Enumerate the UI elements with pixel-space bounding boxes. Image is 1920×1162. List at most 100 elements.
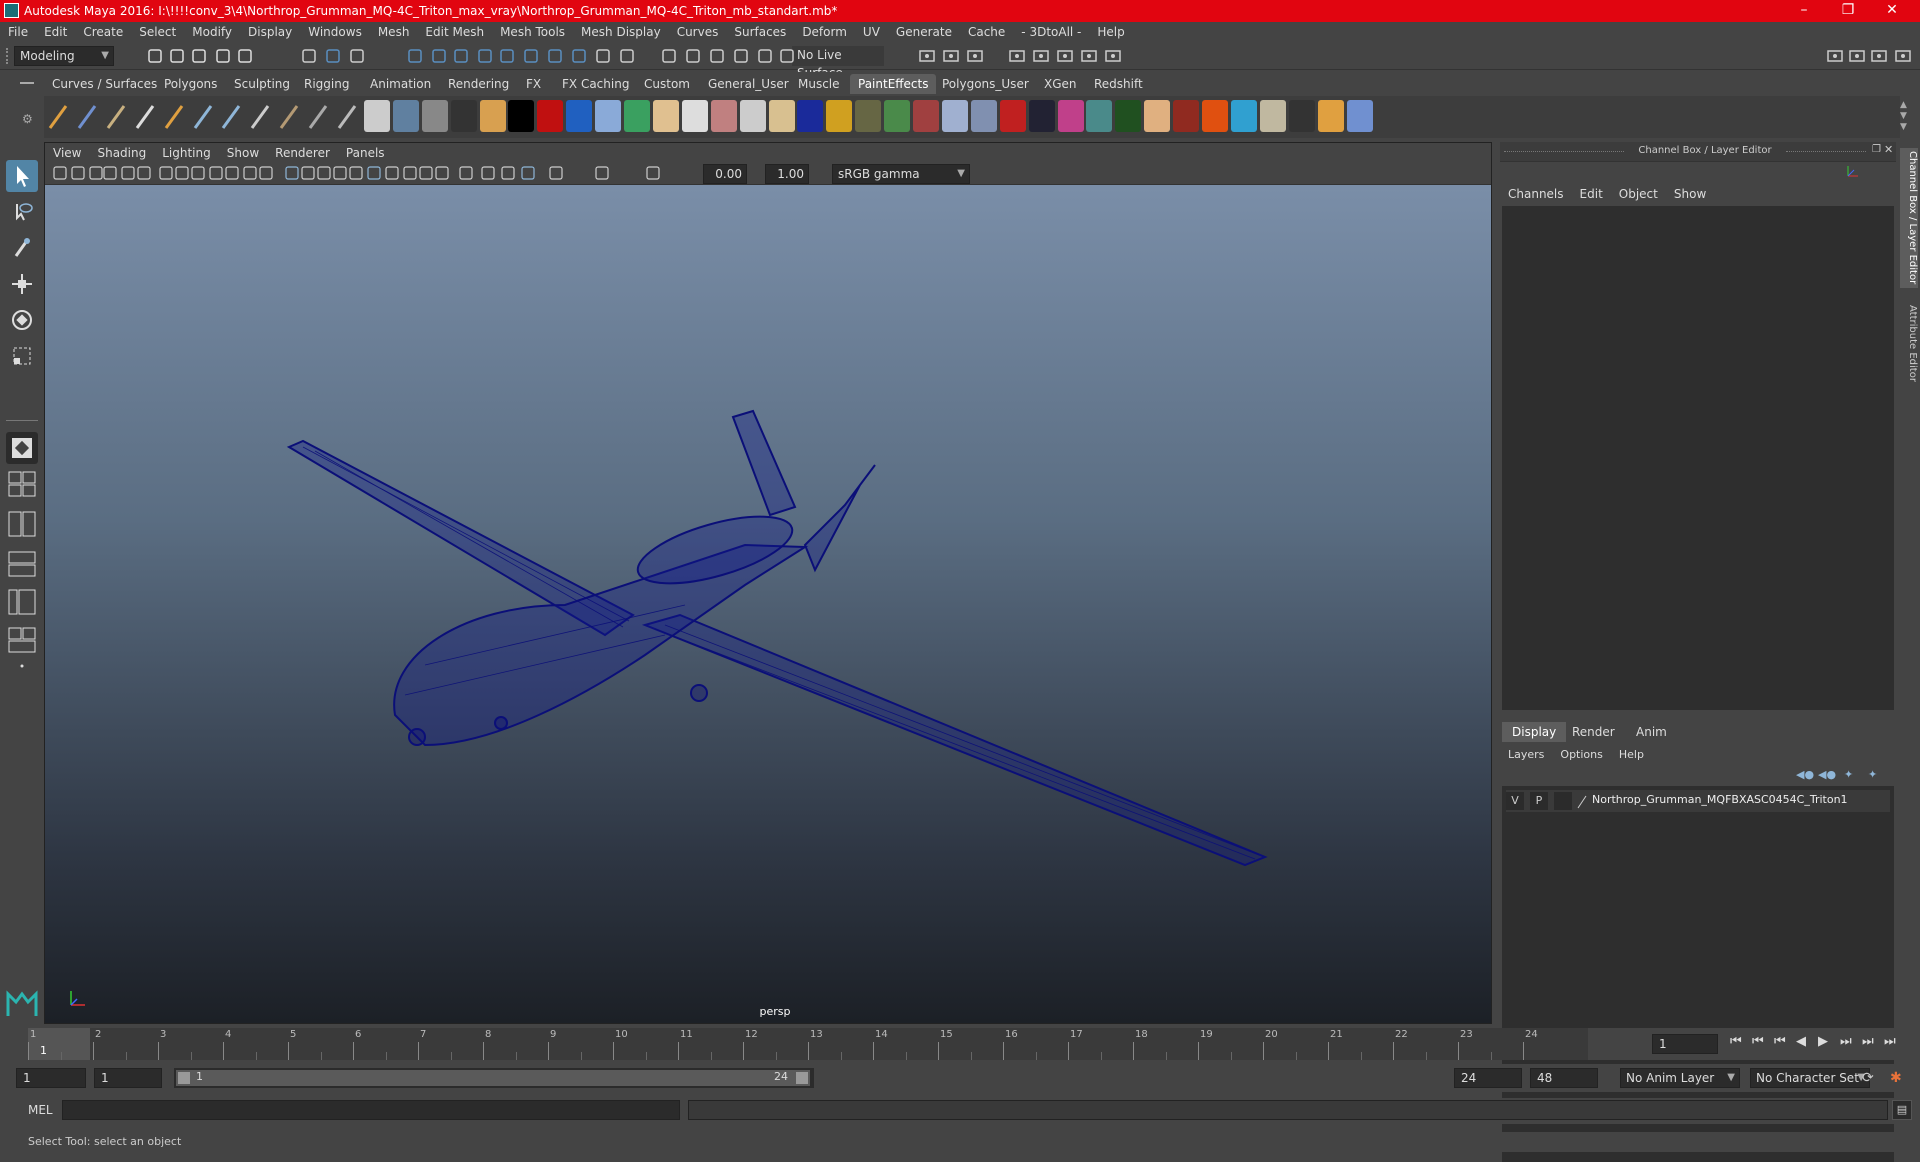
- side-tab-channel-box[interactable]: Channel Box / Layer Editor: [1900, 148, 1918, 288]
- select-hierarchy-icon[interactable]: [300, 47, 318, 65]
- anim-layer-dropdown[interactable]: No Anim Layer ▼: [1620, 1068, 1740, 1088]
- brush-textures-icon[interactable]: [306, 100, 332, 132]
- viewport-menu-panels[interactable]: Panels: [338, 146, 393, 160]
- shelf-tab-muscle[interactable]: Muscle: [790, 74, 848, 94]
- menu-deform[interactable]: Deform: [794, 25, 855, 39]
- play-forward-icon[interactable]: ▶: [1818, 1034, 1828, 1049]
- save-scene-icon[interactable]: [190, 47, 208, 65]
- shelf-tab-general-user[interactable]: General_User: [700, 74, 797, 94]
- brush-flowers-icon[interactable]: [1115, 100, 1142, 132]
- brush-roots-icon[interactable]: [479, 100, 506, 132]
- screen-space-ao-icon[interactable]: [403, 166, 417, 180]
- shelf-tab-curves-surfaces[interactable]: Curves / Surfaces: [44, 74, 165, 94]
- step-forward-key-icon[interactable]: ⏭: [1840, 1034, 1852, 1049]
- brush-branch-icon[interactable]: [941, 100, 968, 132]
- channel-box-area[interactable]: [1502, 206, 1894, 710]
- shelf-tab-polygons[interactable]: Polygons: [156, 74, 225, 94]
- brush-ink-icon[interactable]: [508, 100, 535, 132]
- brush-leaf-icon[interactable]: [797, 100, 824, 132]
- range-slider-handle[interactable]: 1 24: [176, 1070, 810, 1086]
- select-dynamics-icon[interactable]: [522, 47, 540, 65]
- shelf-tab-xgen[interactable]: XGen: [1036, 74, 1085, 94]
- brush-wind-icon[interactable]: [768, 100, 795, 132]
- brush-hair-icon[interactable]: [335, 100, 361, 132]
- new-layer-selected-icon[interactable]: ✦: [1868, 768, 1877, 781]
- channel-box-menu-show[interactable]: Show: [1666, 187, 1714, 201]
- restore-icon[interactable]: ❐: [1826, 0, 1870, 22]
- brush-moss-icon[interactable]: [1173, 100, 1200, 132]
- menu-mesh-tools[interactable]: Mesh Tools: [492, 25, 573, 39]
- mode-dropdown[interactable]: Modeling ▼: [14, 46, 114, 66]
- brush-paint-icon[interactable]: [162, 100, 188, 132]
- construction-history-icon[interactable]: [942, 47, 960, 65]
- brush-fern-icon[interactable]: [970, 100, 997, 132]
- select-handles-icon[interactable]: [406, 47, 424, 65]
- brush-noise-icon[interactable]: [710, 100, 737, 132]
- menu-3dtoall[interactable]: - 3DtoAll -: [1013, 25, 1089, 39]
- shelf-tab-sculpting[interactable]: Sculpting: [226, 74, 298, 94]
- menu-select[interactable]: Select: [131, 25, 184, 39]
- animation-end-field[interactable]: 48: [1530, 1068, 1598, 1088]
- anti-aliasing-icon[interactable]: [435, 166, 449, 180]
- gamma-field[interactable]: 1.00: [765, 164, 809, 184]
- channel-box-menu-channels[interactable]: Channels: [1500, 187, 1572, 201]
- snap-live-icon[interactable]: [756, 47, 774, 65]
- minimize-icon[interactable]: –: [1782, 0, 1826, 22]
- layer-row[interactable]: V P Northrop_Grumman_MQFBXASC0454C_Trito…: [1506, 790, 1890, 812]
- step-back-icon[interactable]: ⏮: [1752, 1034, 1764, 1049]
- layer-name[interactable]: Northrop_Grumman_MQFBXASC0454C_Triton1: [1592, 793, 1848, 806]
- lock-selection-icon[interactable]: [594, 47, 612, 65]
- maya-home-icon[interactable]: [6, 988, 38, 1020]
- animation-preferences-icon[interactable]: ✱: [1890, 1070, 1902, 1086]
- shelf-tab-painteffects[interactable]: PaintEffects: [850, 74, 937, 94]
- brush-notebook-icon[interactable]: [133, 100, 159, 132]
- resolution-gate-icon[interactable]: [191, 166, 205, 180]
- brush-pencil-icon[interactable]: [104, 100, 130, 132]
- shelf-tab-redshift[interactable]: Redshift: [1086, 74, 1151, 94]
- color-management-icon[interactable]: [646, 166, 660, 180]
- viewport-menu-show[interactable]: Show: [219, 146, 267, 160]
- shelf-tab-rigging[interactable]: Rigging: [296, 74, 357, 94]
- layer-tab-anim[interactable]: Anim: [1626, 722, 1677, 742]
- 2d-pan-zoom-icon[interactable]: [121, 166, 135, 180]
- animation-start-field[interactable]: 1: [16, 1068, 86, 1088]
- render-settings-icon[interactable]: [1056, 47, 1074, 65]
- brush-sphere-icon[interactable]: [652, 100, 679, 132]
- close-panel-icon[interactable]: ✕: [1884, 143, 1893, 156]
- viewport-menu-lighting[interactable]: Lighting: [154, 146, 219, 160]
- brush-smear-icon[interactable]: [248, 100, 274, 132]
- brush-flesh-icon[interactable]: [1230, 100, 1257, 132]
- render-frame-icon[interactable]: [1008, 47, 1026, 65]
- brush-wave-icon[interactable]: [595, 100, 622, 132]
- side-tab-attribute-editor[interactable]: Attribute Editor: [1900, 298, 1918, 388]
- menu-curves[interactable]: Curves: [669, 25, 727, 39]
- menu-windows[interactable]: Windows: [300, 25, 370, 39]
- hypershade-icon[interactable]: [1080, 47, 1098, 65]
- channel-box-menu-edit[interactable]: Edit: [1572, 187, 1611, 201]
- wireframe-icon[interactable]: [285, 166, 299, 180]
- select-deformations-icon[interactable]: [498, 47, 516, 65]
- layer-playback-toggle[interactable]: P: [1530, 792, 1548, 810]
- backface-culling-icon[interactable]: [521, 166, 535, 180]
- select-joints-icon[interactable]: [430, 47, 448, 65]
- colorspace-dropdown[interactable]: sRGB gamma ▼: [832, 164, 970, 184]
- shelf-menu-icon[interactable]: [20, 82, 34, 84]
- menu-mesh-display[interactable]: Mesh Display: [573, 25, 669, 39]
- close-icon[interactable]: ✕: [1870, 0, 1914, 22]
- float-panel-icon[interactable]: ❐: [1872, 144, 1881, 155]
- shelf-tab-fx-caching[interactable]: FX Caching: [554, 74, 637, 94]
- toolbox-more-icon[interactable]: [6, 656, 38, 676]
- layout-single-pane-icon[interactable]: [6, 432, 38, 464]
- auto-key-icon[interactable]: ⟳: [1862, 1070, 1874, 1086]
- menu-display[interactable]: Display: [240, 25, 300, 39]
- brush-stars-icon[interactable]: [1086, 100, 1113, 132]
- ipr-render-icon[interactable]: [1032, 47, 1050, 65]
- shelf-tab-fx[interactable]: FX: [518, 74, 549, 94]
- range-slider[interactable]: 1 24: [174, 1068, 814, 1088]
- brush-sparkle-icon[interactable]: [1346, 100, 1373, 132]
- select-tool-icon[interactable]: [6, 160, 38, 192]
- brush-grass-icon[interactable]: [421, 100, 448, 132]
- xray-icon[interactable]: [349, 166, 363, 180]
- brush-feather-icon[interactable]: [363, 100, 390, 132]
- brush-fire-icon[interactable]: [1259, 100, 1286, 132]
